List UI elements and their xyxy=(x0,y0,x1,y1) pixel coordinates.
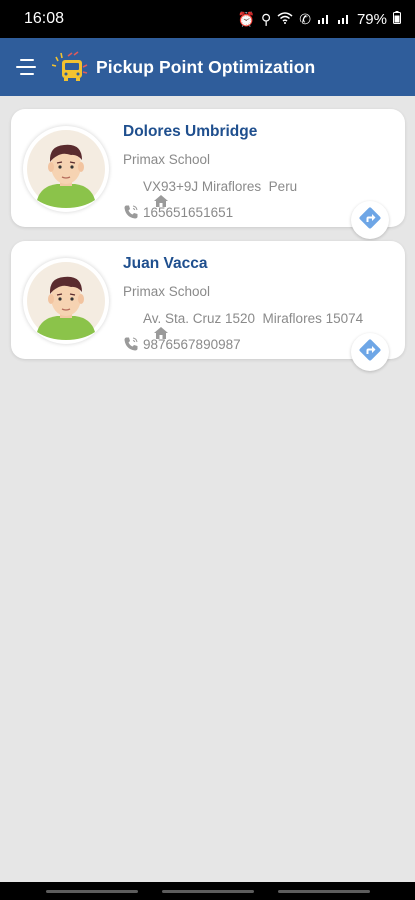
nav-recents-button[interactable] xyxy=(46,890,138,893)
app-bar: Pickup Point Optimization xyxy=(0,38,415,96)
system-nav-bar xyxy=(0,882,415,900)
school-name: Primax School xyxy=(123,284,211,299)
status-bar: 16:08 ⏰ ⚲ ✆ 79% xyxy=(0,0,415,38)
bus-logo-icon xyxy=(51,49,88,85)
battery-percent: 79% xyxy=(356,10,387,28)
address-row: VX93+9J Miraflores Peru xyxy=(123,178,298,207)
signal-icon-2 xyxy=(337,11,351,27)
menu-icon[interactable] xyxy=(14,56,42,78)
phone-icon xyxy=(123,336,139,352)
address-text: VX93+9J Miraflores Peru xyxy=(143,178,298,194)
wifi-icon xyxy=(277,11,293,27)
student-card[interactable]: Dolores Umbridge Primax School VX93+9J M… xyxy=(11,109,405,239)
student-card[interactable]: Juan Vacca Primax School Av. Sta. Cruz 1… xyxy=(11,241,405,371)
signal-icon-1 xyxy=(317,11,331,27)
status-icons: ⏰ ⚲ ✆ 79% xyxy=(238,11,401,28)
phone-row: 9876567890987 xyxy=(123,336,241,352)
avatar xyxy=(23,126,109,212)
call-icon: ✆ xyxy=(299,10,311,27)
location-icon: ⚲ xyxy=(260,10,272,27)
page-title: Pickup Point Optimization xyxy=(96,56,316,77)
student-list: Dolores Umbridge Primax School VX93+9J M… xyxy=(0,96,415,882)
nav-home-button[interactable] xyxy=(162,890,254,893)
avatar xyxy=(23,258,109,344)
address-row: Av. Sta. Cruz 1520 Miraflores 15074 xyxy=(123,310,364,339)
battery-icon xyxy=(393,11,401,27)
phone-row: 165651651651 xyxy=(123,204,233,220)
student-name: Juan Vacca xyxy=(123,255,208,272)
address-text: Av. Sta. Cruz 1520 Miraflores 15074 xyxy=(143,310,364,326)
home-icon xyxy=(123,178,169,207)
phone-text: 9876567890987 xyxy=(143,336,241,352)
phone-text: 165651651651 xyxy=(143,204,234,220)
nav-back-button[interactable] xyxy=(278,890,370,893)
directions-button[interactable] xyxy=(351,201,389,239)
student-name: Dolores Umbridge xyxy=(123,123,258,140)
status-time: 16:08 xyxy=(24,10,65,27)
home-icon xyxy=(123,310,169,339)
phone-icon xyxy=(123,204,139,220)
directions-button[interactable] xyxy=(351,333,389,371)
school-name: Primax School xyxy=(123,152,211,167)
directions-icon xyxy=(358,206,382,235)
directions-icon xyxy=(358,338,382,367)
alarm-icon: ⏰ xyxy=(237,10,255,27)
